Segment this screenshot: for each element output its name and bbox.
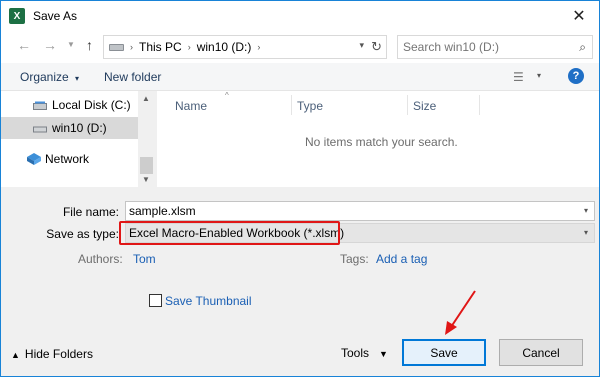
save-type-dropdown-icon[interactable]: ▾	[584, 228, 588, 237]
save-button[interactable]: Save	[402, 339, 486, 366]
save-type-label: Save as type:	[46, 227, 119, 241]
refresh-icon[interactable]: ↻	[371, 39, 382, 55]
column-divider[interactable]	[407, 95, 408, 115]
drive-icon	[33, 126, 47, 132]
file-name-dropdown-icon[interactable]: ▾	[584, 206, 588, 215]
sort-indicator-icon: ^	[225, 91, 229, 100]
nav-scrollbar[interactable]: ▲ ▼	[138, 91, 155, 187]
up-arrow-icon[interactable]: ↑	[86, 37, 93, 53]
view-dropdown-icon[interactable]: ▾	[537, 71, 541, 80]
tags-label: Tags:	[340, 252, 369, 266]
organize-dropdown-icon: ▾	[75, 74, 80, 83]
new-folder-button[interactable]: New folder	[104, 70, 161, 84]
forward-arrow-icon[interactable]: →	[43, 37, 57, 53]
annotation-arrow-icon	[445, 290, 476, 335]
nav-item-label: Local Disk (C:)	[52, 98, 131, 112]
breadcrumb-separator-icon[interactable]: ›	[188, 42, 191, 52]
file-name-field[interactable]: sample.xlsm ▾	[125, 201, 595, 221]
column-header-name[interactable]: Name	[175, 99, 207, 113]
tools-dropdown-icon: ▼	[379, 349, 388, 359]
file-list: ^ Name Type Size No items match your sea…	[157, 91, 599, 187]
nav-item-network[interactable]: Network	[1, 148, 138, 170]
search-box[interactable]: ⌕	[397, 35, 593, 59]
column-divider[interactable]	[479, 95, 480, 115]
network-icon	[27, 153, 41, 165]
organize-label: Organize	[20, 70, 69, 84]
annotation-highlight-box	[119, 221, 340, 245]
tools-label: Tools	[341, 346, 370, 360]
empty-message: No items match your search.	[305, 135, 458, 149]
local-disk-icon	[33, 101, 47, 110]
save-thumbnail-label[interactable]: Save Thumbnail	[165, 294, 252, 308]
close-icon: ✕	[572, 8, 586, 25]
view-options-icon[interactable]: ☰	[513, 70, 524, 84]
command-toolbar: Organize ▾ New folder ☰ ▾ ?	[1, 63, 599, 91]
back-arrow-icon[interactable]: ←	[17, 37, 31, 53]
hide-folders-label: Hide Folders	[24, 347, 93, 361]
title-bar: X Save As ✕	[1, 1, 599, 31]
nav-item-local-disk[interactable]: Local Disk (C:)	[1, 94, 138, 116]
organize-button[interactable]: Organize ▾	[20, 70, 79, 84]
breadcrumb-separator-icon[interactable]: ›	[257, 42, 260, 52]
search-icon[interactable]: ⌕	[579, 40, 586, 55]
hide-folders-button[interactable]: ▲ Hide Folders	[11, 347, 93, 361]
nav-item-win10-drive[interactable]: win10 (D:)	[1, 117, 138, 139]
scroll-up-icon[interactable]: ▲	[142, 94, 150, 103]
nav-item-label: win10 (D:)	[52, 121, 107, 135]
cancel-button[interactable]: Cancel	[499, 339, 583, 366]
scroll-down-icon[interactable]: ▼	[142, 175, 150, 184]
column-header-size[interactable]: Size	[413, 99, 436, 113]
scroll-thumb[interactable]	[140, 157, 153, 174]
excel-icon: X	[9, 8, 25, 24]
add-tag-link[interactable]: Add a tag	[376, 252, 427, 266]
dialog-title: Save As	[33, 9, 78, 23]
help-icon[interactable]: ?	[568, 68, 584, 84]
column-divider[interactable]	[291, 95, 292, 115]
authors-label: Authors:	[78, 252, 123, 266]
authors-value[interactable]: Tom	[133, 252, 156, 266]
file-name-label: File name:	[62, 205, 119, 219]
drive-icon	[109, 43, 124, 51]
breadcrumb-separator-icon[interactable]: ›	[130, 42, 133, 52]
tools-menu-button[interactable]: Tools ▼	[341, 346, 388, 360]
collapse-chevron-icon: ▲	[11, 350, 20, 360]
search-input[interactable]	[398, 36, 568, 58]
address-bar[interactable]: › This PC › win10 (D:) › ▾ ↻	[103, 35, 387, 59]
nav-item-label: Network	[45, 152, 90, 166]
breadcrumb-drive[interactable]: win10 (D:)	[197, 40, 252, 54]
save-as-dialog: X Save As ✕ ← → ▼ ↑ › This PC › win10 (D…	[0, 0, 600, 377]
address-dropdown-icon[interactable]: ▾	[359, 40, 364, 51]
address-row: ← → ▼ ↑ › This PC › win10 (D:) › ▾ ↻ ⌕	[1, 31, 599, 63]
breadcrumb-this-pc[interactable]: This PC	[139, 40, 182, 54]
navigation-pane: Local Disk (C:) win10 (D:) Network ▲ ▼	[1, 91, 155, 187]
close-button[interactable]: ✕	[559, 1, 599, 31]
recent-chevron-icon[interactable]: ▼	[67, 40, 75, 49]
column-header-type[interactable]: Type	[297, 99, 323, 113]
file-name-value: sample.xlsm	[129, 204, 196, 218]
save-thumbnail-checkbox[interactable]	[149, 294, 162, 307]
